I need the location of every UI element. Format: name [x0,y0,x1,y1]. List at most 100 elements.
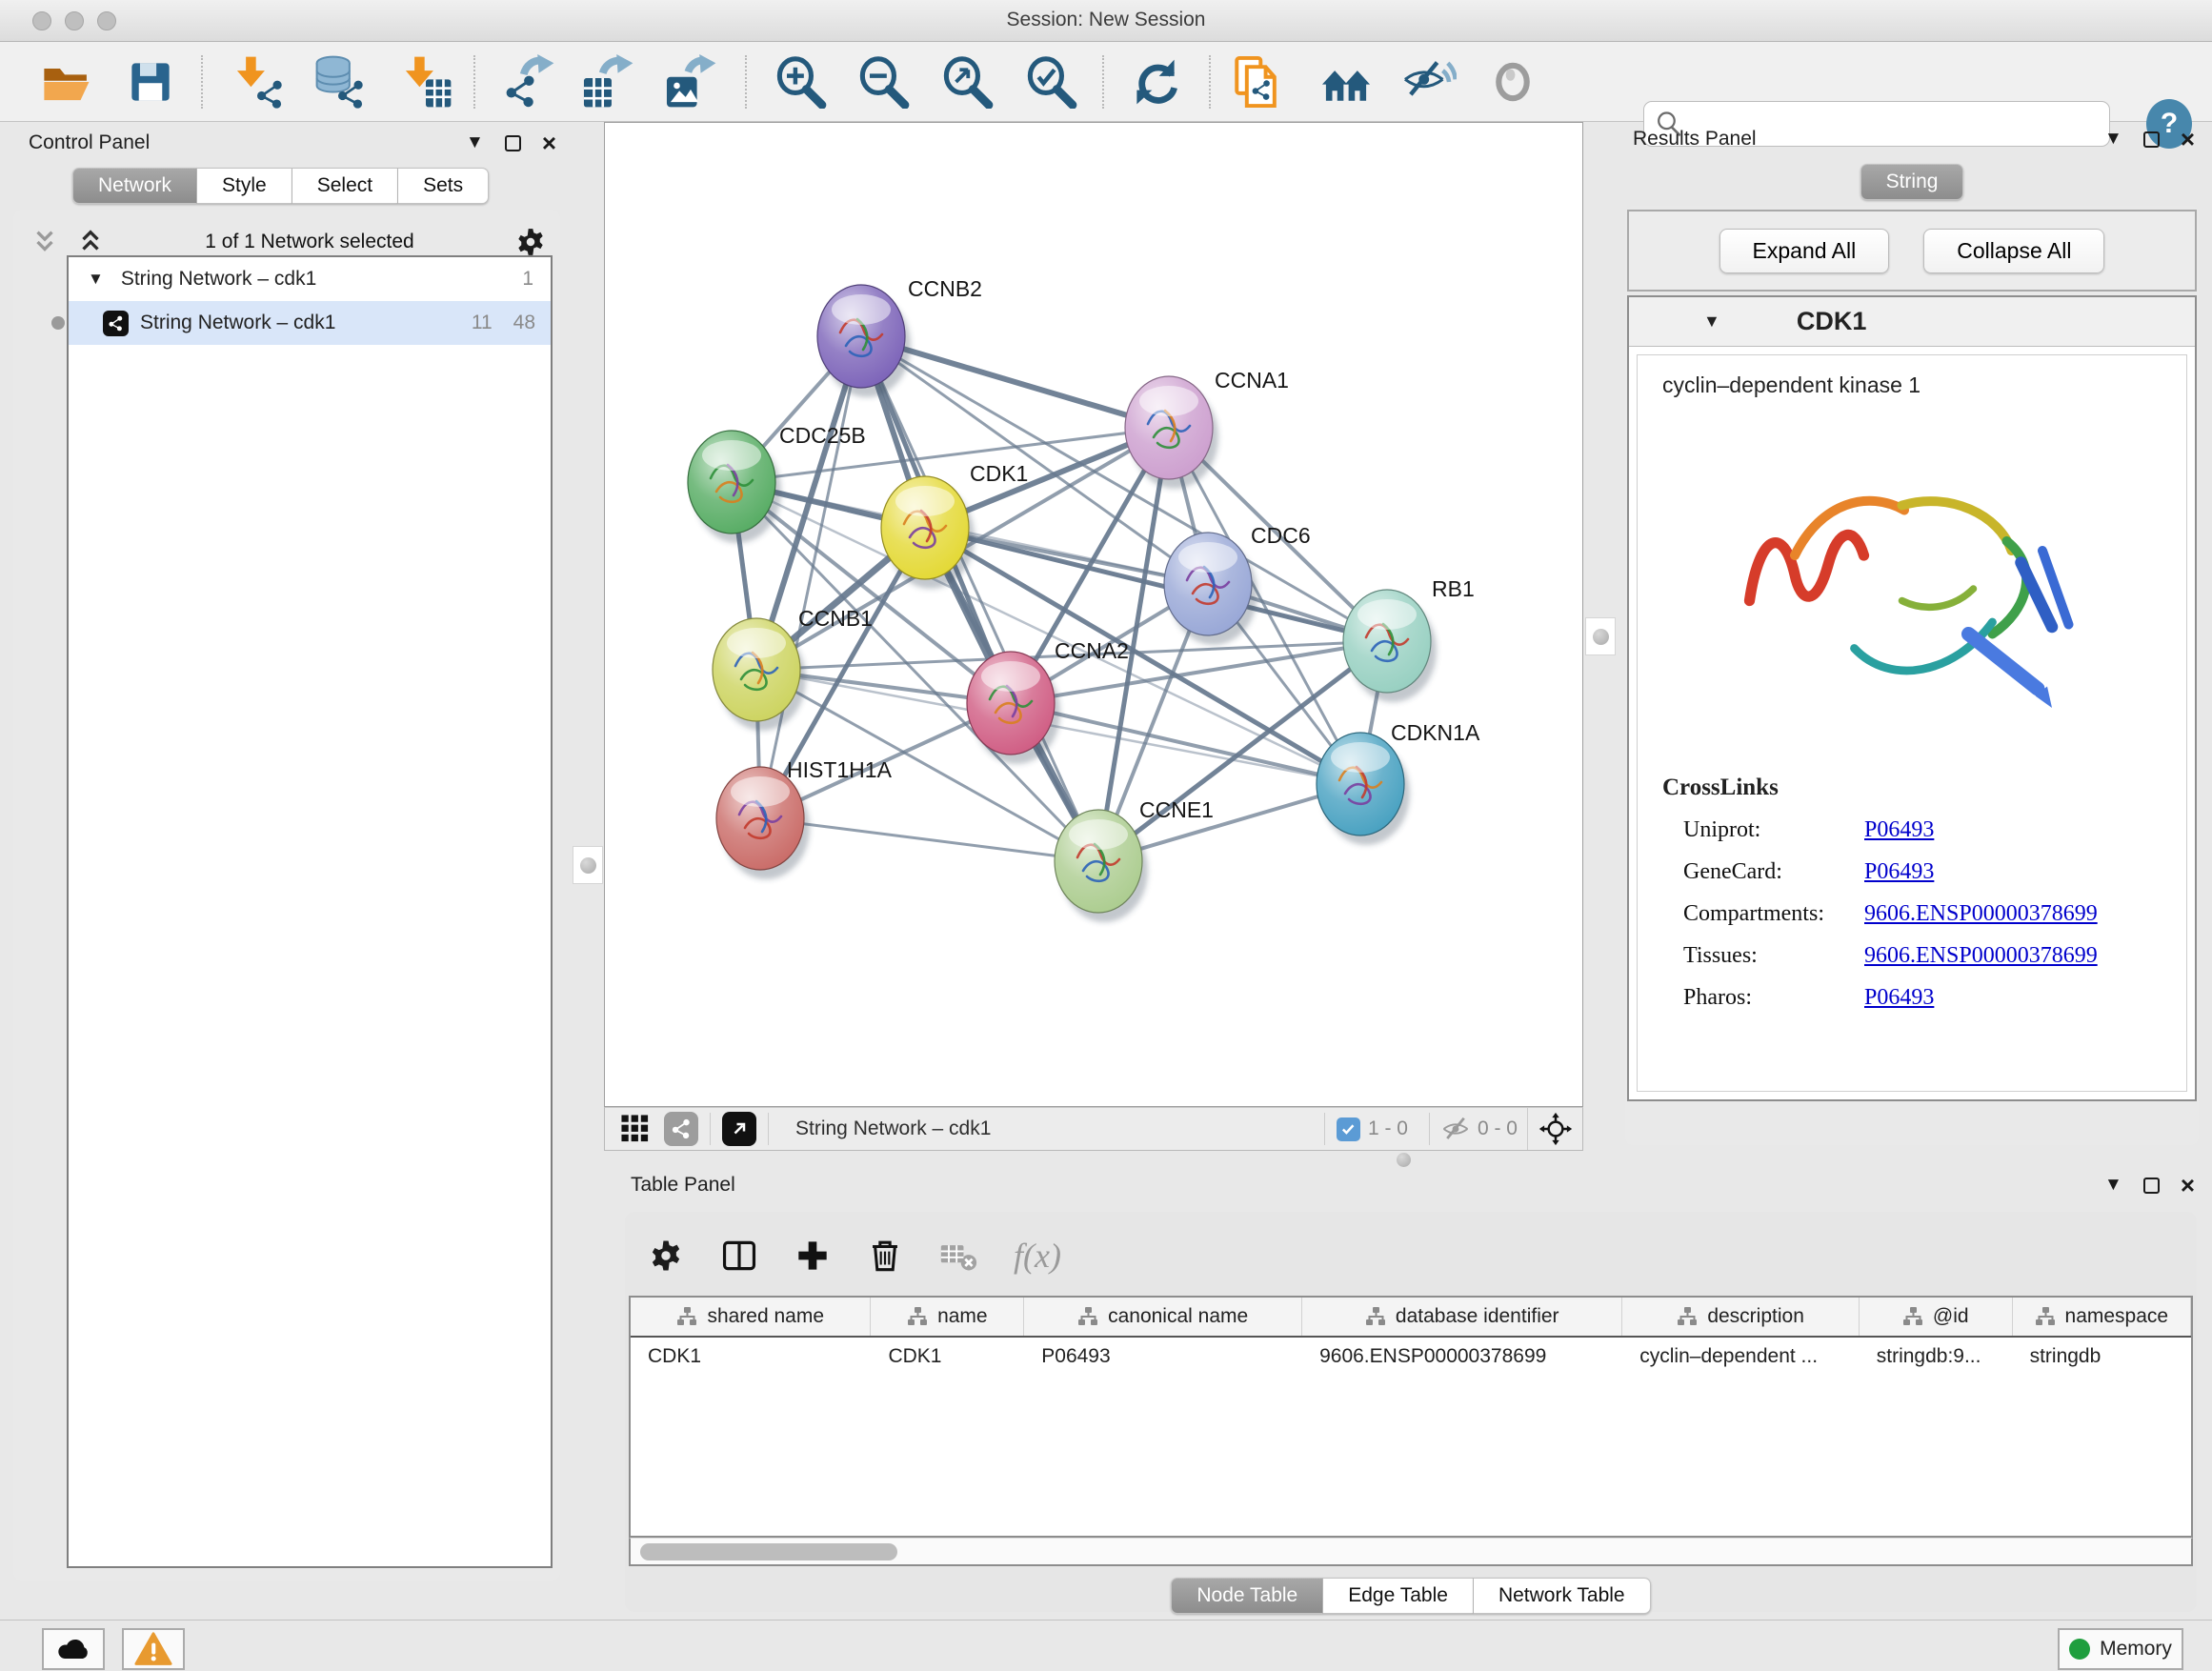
network-share-icon[interactable] [664,1112,698,1146]
table-cell: stringdb [2013,1338,2191,1378]
right-splitter-handle[interactable] [1585,617,1616,655]
tab-sets[interactable]: Sets [398,168,489,204]
network-collection-row[interactable]: ▼ String Network – cdk1 1 [69,257,551,301]
show-columns-icon[interactable] [720,1237,758,1275]
window-title: Session: New Session [0,9,2212,31]
panel-float-icon[interactable]: ▼ [2104,1175,2122,1196]
table-row[interactable]: CDK1CDK1P064939606.ENSP00000378699cyclin… [631,1338,2191,1378]
import-network-database-button[interactable] [307,51,370,112]
network-node-HIST1H1A[interactable]: HIST1H1A [716,757,893,879]
left-splitter-handle[interactable] [573,846,603,884]
string-enhance-button[interactable] [1398,51,1460,112]
zoom-in-icon [774,55,827,109]
toolbar-separator [473,55,475,109]
column-tree-icon [1365,1306,1386,1327]
network-node-CCNB1[interactable]: CCNB1 [713,606,873,731]
panel-close-icon[interactable]: × [2181,131,2195,148]
tab-style[interactable]: Style [197,168,292,204]
warnings-button[interactable] [122,1628,185,1670]
network-node-CCNE1[interactable]: CCNE1 [1055,797,1214,922]
network-edge-CDK1-RB1[interactable] [925,528,1387,641]
expand-all-networks-icon[interactable] [76,228,105,256]
apply-layout-button[interactable] [1124,51,1187,112]
network-edge-CCNB2-CCNE1[interactable] [861,336,1098,861]
column-header-description[interactable]: description [1622,1298,1860,1336]
export-image-button[interactable] [659,51,722,112]
tab-string[interactable]: String [1860,164,1964,200]
zoom-fit-icon [940,55,994,109]
collection-expand-triangle-icon[interactable]: ▼ [88,270,104,289]
table-horizontal-scrollbar[interactable] [629,1538,2193,1566]
crosslink-link[interactable]: 9606.ENSP00000378699 [1864,901,2098,927]
column-header-namespace[interactable]: namespace [2013,1298,2191,1336]
string-eye-button[interactable] [1481,51,1544,112]
collapse-all-button[interactable]: Collapse All [1923,229,2104,273]
tab-network[interactable]: Network [72,168,197,204]
network-canvas[interactable]: CCNB2CCNA1CDC25BCDK1CDC6RB1CCNB1CCNA2CDK… [604,122,1583,1107]
crosslink-link[interactable]: P06493 [1864,817,1934,843]
zoom-fit-button[interactable] [935,51,998,112]
export-network-button[interactable] [497,51,560,112]
delete-column-trash-icon[interactable] [867,1238,903,1274]
table-options-gear-icon[interactable] [648,1238,684,1274]
string-import-button[interactable] [1228,51,1291,112]
center-view-button[interactable] [1527,1108,1582,1150]
panel-maximize-icon[interactable] [2143,131,2160,148]
memory-button[interactable]: Memory [2058,1628,2183,1670]
import-table-file-button[interactable] [394,51,457,112]
column-header-canonical-name[interactable]: canonical name [1024,1298,1302,1336]
refresh-icon [1130,56,1181,108]
panel-float-icon[interactable]: ▼ [2104,129,2122,150]
network-node-CCNA1[interactable]: CCNA1 [1125,368,1289,489]
houses-icon [1318,54,1374,110]
network-node-CDC25B[interactable]: CDC25B [688,423,866,543]
network-name: String Network – cdk1 [140,312,335,334]
column-header-shared-name[interactable]: shared name [631,1298,871,1336]
string-results-box: ▼ CDK1 cyclin–dependent kinase 1 [1627,295,2197,1101]
open-in-window-icon[interactable] [722,1112,756,1146]
collapse-all-networks-icon[interactable] [30,228,59,256]
cloud-icon [54,1630,92,1668]
selected-checkbox-icon[interactable] [1337,1117,1360,1141]
network-node-RB1[interactable]: RB1 [1343,576,1475,702]
network-edge-CCNB2-HIST1H1A[interactable] [760,336,861,818]
collapse-entry-triangle-icon[interactable]: ▼ [1703,312,1720,332]
open-session-button[interactable] [33,51,96,112]
crosslink-link[interactable]: P06493 [1864,985,1934,1011]
panel-close-icon[interactable]: × [2181,1178,2195,1194]
tab-node-table[interactable]: Node Table [1171,1578,1323,1614]
save-session-button[interactable] [119,51,182,112]
expand-all-button[interactable]: Expand All [1719,229,1890,273]
panel-float-icon[interactable]: ▼ [466,132,484,153]
birdseye-grid-icon[interactable] [620,1114,651,1144]
column-header-@id[interactable]: @id [1860,1298,2013,1336]
export-table-button[interactable] [576,51,639,112]
network-options-gear-icon[interactable] [514,226,547,258]
panel-maximize-icon[interactable] [505,135,521,151]
tab-edge-table[interactable]: Edge Table [1323,1578,1474,1614]
network-edge-HIST1H1A-CCNE1[interactable] [760,818,1098,861]
string-home-button[interactable] [1315,51,1377,112]
panel-close-icon[interactable]: × [542,135,556,151]
panel-maximize-icon[interactable] [2143,1178,2160,1194]
node-label: CCNA2 [1055,638,1129,663]
zoom-selected-button[interactable] [1019,51,1082,112]
import-network-file-button[interactable] [226,51,289,112]
tab-select[interactable]: Select [292,168,398,204]
cloud-status-button[interactable] [42,1628,105,1670]
zoom-in-button[interactable] [769,51,832,112]
network-node-CDKN1A[interactable]: CDKN1A [1317,720,1480,845]
column-header-database-identifier[interactable]: database identifier [1302,1298,1622,1336]
network-list: ▼ String Network – cdk1 1 String Network… [67,255,553,1568]
crosslink-link[interactable]: 9606.ENSP00000378699 [1864,943,2098,969]
network-row-selected[interactable]: String Network – cdk1 11 48 [69,301,551,345]
node-label: CCNE1 [1139,797,1214,822]
column-header-name[interactable]: name [871,1298,1024,1336]
create-column-plus-icon[interactable] [794,1238,831,1274]
tab-network-table[interactable]: Network Table [1474,1578,1651,1614]
bottom-splitter-handle[interactable] [1397,1153,1411,1167]
scrollbar-thumb[interactable] [640,1543,897,1560]
network-node-CCNB2[interactable]: CCNB2 [817,276,982,397]
zoom-out-button[interactable] [852,51,915,112]
crosslink-link[interactable]: P06493 [1864,859,1934,885]
